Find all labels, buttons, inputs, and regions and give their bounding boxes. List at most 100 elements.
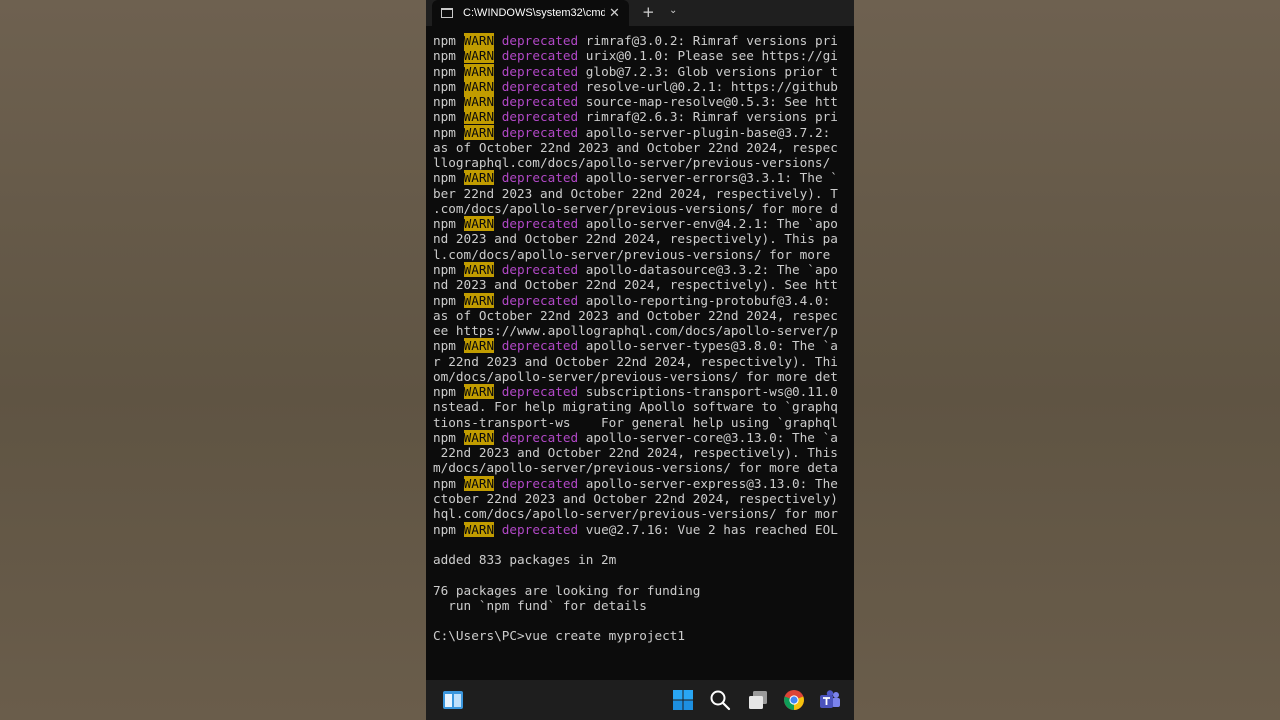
windows-start-icon[interactable] (671, 688, 695, 712)
search-icon[interactable] (708, 688, 732, 712)
console-text: m/docs/apollo-server/previous-versions/ … (433, 460, 838, 476)
deprecated-label: deprecated (501, 521, 579, 537)
warn-badge: WARN (463, 216, 495, 232)
console-line: npm WARN deprecated apollo-server-errors… (433, 170, 854, 186)
console-text: tions-transport-ws For general help usin… (433, 414, 838, 430)
deprecated-label: deprecated (501, 338, 579, 354)
console-output[interactable]: npm WARN deprecated rimraf@3.0.2: Rimraf… (433, 33, 854, 663)
deprecated-label: deprecated (501, 261, 579, 277)
console-line: npm WARN deprecated apollo-server-types@… (433, 338, 854, 354)
console-text: ctober 22nd 2023 and October 22nd 2024, … (433, 490, 838, 506)
new-tab-button[interactable]: + (642, 3, 655, 21)
console-line: npm WARN deprecated apollo-server-env@4.… (433, 216, 854, 232)
console-line: l.com/docs/apollo-server/previous-versio… (433, 247, 854, 262)
warn-badge: WARN (463, 521, 495, 537)
console-text: apollo-server-core@3.13.0: The `a (578, 429, 838, 445)
console-text: apollo-server-express@3.13.0: The (578, 475, 838, 491)
console-line: hql.com/docs/apollo-server/previous-vers… (433, 506, 854, 521)
deprecated-label: deprecated (501, 429, 579, 445)
title-bar: C:\WINDOWS\system32\cmd. ✕ + ⌄ (426, 0, 854, 26)
npm-prefix: npm (433, 216, 456, 232)
npm-prefix: npm (433, 124, 456, 140)
console-line: as of October 22nd 2023 and October 22nd… (433, 140, 854, 155)
npm-prefix: npm (433, 170, 456, 186)
console-text: subscriptions-transport-ws@0.11.0 (578, 384, 838, 400)
console-line: r 22nd 2023 and October 22nd 2024, respe… (433, 354, 854, 369)
teams-icon[interactable] (818, 688, 842, 712)
npm-prefix: npm (433, 384, 456, 400)
console-text: .com/docs/apollo-server/previous-version… (433, 200, 838, 216)
warn-badge: WARN (463, 109, 495, 125)
tab-cmd[interactable]: C:\WINDOWS\system32\cmd. ✕ (432, 0, 629, 26)
console-text: C:\Users\PC>vue create myproject1 (433, 628, 686, 644)
npm-prefix: npm (433, 63, 456, 79)
warn-badge: WARN (463, 78, 495, 94)
console-text: llographql.com/docs/apollo-server/previo… (433, 155, 838, 171)
console-text: ee https://www.apollographql.com/docs/ap… (433, 323, 838, 339)
deprecated-label: deprecated (501, 109, 579, 125)
terminal-app-icon[interactable] (441, 688, 465, 712)
console-line: npm WARN deprecated apollo-reporting-pro… (433, 292, 854, 308)
task-view-icon[interactable] (746, 688, 770, 712)
deprecated-label: deprecated (501, 170, 579, 186)
warn-badge: WARN (463, 292, 495, 308)
background-right (854, 0, 1280, 720)
chrome-icon[interactable] (782, 688, 806, 712)
console-text: run `npm fund` for details (433, 597, 647, 613)
console-text: nd 2023 and October 22nd 2024, respectiv… (433, 231, 838, 247)
chevron-down-icon[interactable]: ⌄ (669, 5, 677, 16)
warn-badge: WARN (463, 124, 495, 140)
background-left (0, 0, 426, 720)
console-line: npm WARN deprecated subscriptions-transp… (433, 384, 854, 400)
console-line: npm WARN deprecated glob@7.2.3: Glob ver… (433, 63, 854, 79)
npm-prefix: npm (433, 48, 456, 64)
console-text: 76 packages are looking for funding (433, 582, 701, 598)
console-line: added 833 packages in 2m (433, 552, 854, 567)
console-text: r 22nd 2023 and October 22nd 2024, respe… (433, 353, 838, 369)
console-text: as of October 22nd 2023 and October 22nd… (433, 307, 838, 323)
tab-title: C:\WINDOWS\system32\cmd. (463, 7, 605, 19)
console-line: om/docs/apollo-server/previous-versions/… (433, 369, 854, 384)
deprecated-label: deprecated (501, 216, 579, 232)
console-line: llographql.com/docs/apollo-server/previo… (433, 155, 854, 170)
terminal-icon (441, 8, 453, 18)
warn-badge: WARN (463, 48, 495, 64)
console-text: rimraf@2.6.3: Rimraf versions pri (578, 109, 838, 125)
warn-badge: WARN (463, 94, 495, 110)
console-text: 22nd 2023 and October 22nd 2024, respect… (433, 445, 838, 461)
console-line: npm WARN deprecated apollo-datasource@3.… (433, 261, 854, 277)
npm-prefix: npm (433, 109, 456, 125)
console-line: ee https://www.apollographql.com/docs/ap… (433, 323, 854, 338)
npm-prefix: npm (433, 292, 456, 308)
console-line: npm WARN deprecated urix@0.1.0: Please s… (433, 48, 854, 64)
console-text: apollo-datasource@3.3.2: The `apo (578, 261, 838, 277)
console-line: ber 22nd 2023 and October 22nd 2024, res… (433, 186, 854, 201)
console-line: C:\Users\PC>vue create myproject1 (433, 628, 854, 643)
deprecated-label: deprecated (501, 384, 579, 400)
close-icon[interactable]: ✕ (609, 6, 620, 21)
console-text: rimraf@3.0.2: Rimraf versions pri (578, 33, 838, 48)
warn-badge: WARN (463, 475, 495, 491)
deprecated-label: deprecated (501, 78, 579, 94)
deprecated-label: deprecated (501, 124, 579, 140)
console-text: nd 2023 and October 22nd 2024, respectiv… (433, 277, 838, 293)
npm-prefix: npm (433, 78, 456, 94)
npm-prefix: npm (433, 429, 456, 445)
console-line: .com/docs/apollo-server/previous-version… (433, 201, 854, 216)
taskbar (426, 680, 854, 720)
console-text: apollo-reporting-protobuf@3.4.0: (578, 292, 838, 308)
console-line: npm WARN deprecated rimraf@3.0.2: Rimraf… (433, 33, 854, 48)
deprecated-label: deprecated (501, 33, 579, 48)
console-line: tions-transport-ws For general help usin… (433, 415, 854, 430)
npm-prefix: npm (433, 475, 456, 491)
warn-badge: WARN (463, 338, 495, 354)
deprecated-label: deprecated (501, 292, 579, 308)
npm-prefix: npm (433, 33, 456, 48)
console-line: m/docs/apollo-server/previous-versions/ … (433, 460, 854, 475)
warn-badge: WARN (463, 429, 495, 445)
warn-badge: WARN (463, 384, 495, 400)
console-text: apollo-server-plugin-base@3.7.2: (578, 124, 838, 140)
